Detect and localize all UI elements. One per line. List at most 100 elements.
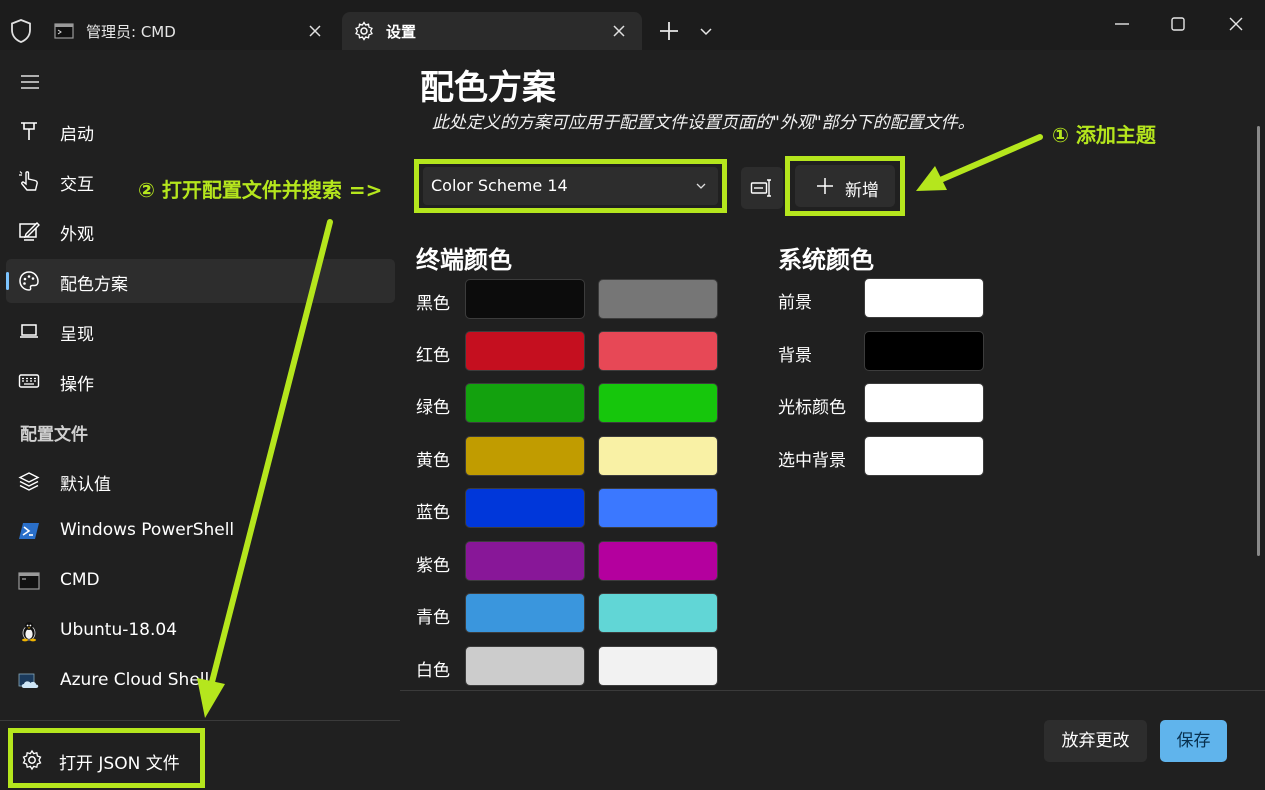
color-swatch-bright[interactable] xyxy=(598,279,718,319)
color-label: 红色 xyxy=(416,346,450,366)
system-color-row: 背景 xyxy=(778,331,998,371)
close-window-icon[interactable] xyxy=(1221,10,1251,38)
maximize-icon[interactable] xyxy=(1163,10,1193,38)
color-swatch-background[interactable] xyxy=(864,331,984,371)
system-color-row: 光标颜色 xyxy=(778,383,998,423)
terminal-color-row: 黄色 xyxy=(416,436,736,476)
cmd-icon xyxy=(18,572,40,590)
color-swatch-bright[interactable] xyxy=(598,541,718,581)
sidebar-item-label: 操作 xyxy=(60,375,94,395)
tab-label: 管理员: CMD xyxy=(86,23,176,41)
close-icon[interactable] xyxy=(610,22,628,40)
scrollbar[interactable] xyxy=(1257,126,1260,556)
sidebar-item-label: 外观 xyxy=(60,225,94,245)
hand-pointer-icon xyxy=(19,171,38,191)
profiles-header: 配置文件 xyxy=(20,425,88,445)
sidebar-item-label: CMD xyxy=(60,570,100,590)
color-label: 选中背景 xyxy=(778,451,846,471)
sidebar-item-ubuntu[interactable]: Ubuntu-18.04 xyxy=(6,609,395,653)
color-swatch-normal[interactable] xyxy=(465,646,585,686)
keyboard-icon xyxy=(18,374,40,388)
color-swatch-normal[interactable] xyxy=(465,541,585,581)
chevron-down-icon xyxy=(696,183,706,189)
sidebar-item-label: 呈现 xyxy=(60,325,94,345)
open-json-file-button[interactable]: 打开 JSON 文件 xyxy=(8,728,205,788)
sidebar-item-azure-cloud-shell[interactable]: Azure Cloud Shell xyxy=(6,659,395,703)
terminal-color-row: 红色 xyxy=(416,331,736,371)
sidebar-item-actions[interactable]: 操作 xyxy=(6,359,395,403)
annotation-add-theme: ① 添加主题 xyxy=(1052,123,1156,147)
sidebar-item-label: 交互 xyxy=(60,175,94,195)
scheme-select-highlight: Color Scheme 14 xyxy=(414,159,727,213)
sidebar-item-rendering[interactable]: 呈现 xyxy=(6,309,395,353)
terminal-color-row: 白色 xyxy=(416,646,736,686)
color-swatch-selection-background[interactable] xyxy=(864,436,984,476)
color-label: 白色 xyxy=(416,661,450,681)
appearance-edit-icon xyxy=(19,222,40,241)
color-swatch-bright[interactable] xyxy=(598,383,718,423)
color-swatch-normal[interactable] xyxy=(465,436,585,476)
annotation-open-and-search: ② 打开配置文件并搜索 => xyxy=(138,178,383,202)
divider xyxy=(400,690,1265,691)
sidebar-item-cmd[interactable]: CMD xyxy=(6,559,395,603)
tab-cmd[interactable]: 管理员: CMD xyxy=(42,12,338,50)
save-button[interactable]: 保存 xyxy=(1160,720,1227,762)
sidebar-item-defaults[interactable]: 默认值 xyxy=(6,459,395,503)
terminal-colors-title: 终端颜色 xyxy=(416,246,512,274)
sidebar: 启动 交互 外观 配色方案 呈现 操作 配置文件 默认值 Windows Pow… xyxy=(0,50,400,790)
discard-changes-button[interactable]: 放弃更改 xyxy=(1044,720,1147,762)
shield-icon xyxy=(11,19,31,43)
color-swatch-normal[interactable] xyxy=(465,488,585,528)
terminal-color-row: 黑色 xyxy=(416,279,736,319)
add-scheme-label: 新增 xyxy=(845,181,879,201)
hamburger-menu-icon[interactable] xyxy=(16,70,44,94)
color-scheme-dropdown[interactable]: Color Scheme 14 xyxy=(423,167,718,205)
color-swatch-normal[interactable] xyxy=(465,331,585,371)
sidebar-item-label: 默认值 xyxy=(60,475,111,495)
tab-settings[interactable]: 设置 xyxy=(342,12,642,50)
close-icon[interactable] xyxy=(306,22,324,40)
open-json-label: 打开 JSON 文件 xyxy=(59,754,180,774)
rename-icon xyxy=(750,179,771,197)
color-label: 绿色 xyxy=(416,398,450,418)
sidebar-item-appearance[interactable]: 外观 xyxy=(6,209,395,253)
chevron-down-icon[interactable] xyxy=(694,18,718,44)
minimize-icon[interactable] xyxy=(1107,10,1137,38)
title-bar: 管理员: CMD 设置 xyxy=(0,0,1265,50)
sidebar-item-powershell[interactable]: Windows PowerShell xyxy=(6,509,395,553)
rename-scheme-button[interactable] xyxy=(741,167,783,209)
color-swatch-bright[interactable] xyxy=(598,331,718,371)
page-title: 配色方案 xyxy=(420,68,556,108)
sidebar-item-label: 启动 xyxy=(60,125,94,145)
color-swatch-bright[interactable] xyxy=(598,488,718,528)
color-swatch-normal[interactable] xyxy=(465,383,585,423)
terminal-color-row: 绿色 xyxy=(416,383,736,423)
sidebar-item-label: Ubuntu-18.04 xyxy=(60,620,178,640)
terminal-color-row: 蓝色 xyxy=(416,488,736,528)
color-label: 青色 xyxy=(416,608,450,628)
color-swatch-bright[interactable] xyxy=(598,593,718,633)
sidebar-item-label: Windows PowerShell xyxy=(60,520,235,540)
color-label: 背景 xyxy=(778,346,812,366)
color-swatch-bright[interactable] xyxy=(598,646,718,686)
color-swatch-normal[interactable] xyxy=(465,593,585,633)
laptop-icon xyxy=(20,324,38,338)
startup-pin-icon xyxy=(21,122,37,140)
color-swatch-bright[interactable] xyxy=(598,436,718,476)
sidebar-item-color-schemes[interactable]: 配色方案 xyxy=(6,259,395,303)
gear-icon xyxy=(355,21,373,41)
new-button-highlight: 新增 xyxy=(785,156,905,216)
new-tab-plus-icon[interactable] xyxy=(654,17,684,45)
system-color-row: 选中背景 xyxy=(778,436,998,476)
color-swatch-cursor[interactable] xyxy=(864,383,984,423)
system-color-row: 前景 xyxy=(778,278,998,318)
add-scheme-button[interactable]: 新增 xyxy=(795,165,895,207)
color-swatch-foreground[interactable] xyxy=(864,278,984,318)
sidebar-item-startup[interactable]: 启动 xyxy=(6,109,395,153)
color-label: 紫色 xyxy=(416,556,450,576)
main-content: 配色方案 此处定义的方案可应用于配置文件设置页面的"外观"部分下的配置文件。 C… xyxy=(400,50,1265,790)
page-description: 此处定义的方案可应用于配置文件设置页面的"外观"部分下的配置文件。 xyxy=(432,113,975,133)
color-swatch-normal[interactable] xyxy=(465,279,585,319)
color-label: 黑色 xyxy=(416,294,450,314)
layers-icon xyxy=(18,472,40,491)
